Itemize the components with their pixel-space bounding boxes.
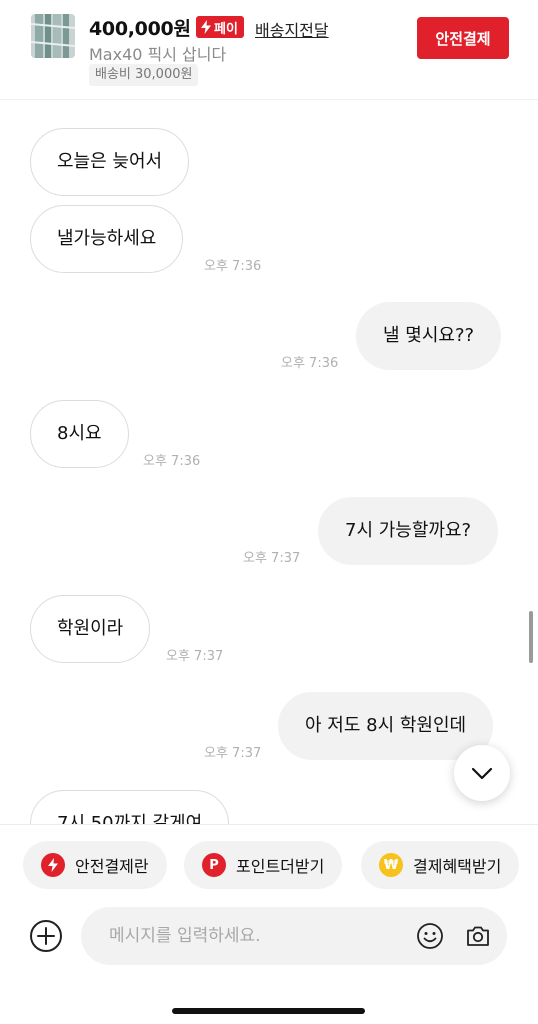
safe-pay-button[interactable]: 안전결제	[417, 17, 509, 59]
quick-action-payment-benefits[interactable]: ₩ 결제혜택받기	[361, 841, 520, 889]
smiley-icon	[417, 923, 443, 949]
plus-circle-icon	[30, 920, 62, 952]
lightning-icon	[201, 20, 211, 34]
message-received: 8시요	[30, 400, 129, 468]
pay-badge-label: 페이	[214, 21, 238, 37]
message-time: 오후 7:36	[281, 356, 339, 371]
message-received: 오늘은 늦어서	[30, 128, 190, 196]
add-attachment-button[interactable]	[29, 919, 63, 953]
message-received: 학원이라	[30, 595, 151, 663]
shipping-fee-badge: 배송비 30,000원	[89, 64, 199, 86]
product-price: 400,000원	[89, 18, 191, 40]
quick-action-label: 안전결제란	[75, 857, 149, 876]
camera-button[interactable]	[463, 921, 493, 951]
home-indicator	[172, 1008, 365, 1014]
message-sent: 7시 가능할까요?	[318, 497, 499, 565]
lightning-icon	[41, 853, 65, 877]
message-time: 오후 7:37	[243, 551, 301, 566]
pay-badge: 페이	[196, 16, 244, 38]
message-sent: 아 저도 8시 학원인데	[278, 692, 494, 760]
product-thumbnail[interactable]	[31, 14, 75, 58]
message-time: 오후 7:36	[204, 259, 262, 274]
message-time: 오후 7:37	[204, 746, 262, 761]
point-p-icon: P	[202, 853, 226, 877]
message-time: 오후 7:36	[143, 454, 201, 469]
message-sent: 낼 몇시요??	[356, 302, 502, 370]
delivery-address-link[interactable]: 배송지전달	[255, 17, 329, 41]
product-header: 400,000원 페이 배송지전달 Max40 픽시 삽니다 배송비 30,00…	[0, 0, 538, 100]
quick-action-points[interactable]: P 포인트더받기	[184, 841, 343, 889]
message-received: 7시 50까지 갈게여	[30, 790, 230, 824]
composer-area: 안전결제란 P 포인트더받기 ₩ 결제혜택받기	[0, 824, 538, 1024]
scrollbar-thumb[interactable]	[529, 611, 533, 663]
chat-thread[interactable]: 오늘은 늦어서 낼가능하세요 오후 7:36 낼 몇시요?? 오후 7:36 8…	[0, 101, 538, 824]
product-title: Max40 픽시 삽니다	[89, 45, 227, 64]
message-received: 낼가능하세요	[30, 205, 184, 273]
won-coin-icon: ₩	[379, 853, 403, 877]
message-input-container	[81, 907, 507, 965]
quick-action-safe-pay[interactable]: 안전결제란	[23, 841, 167, 889]
quick-action-label: 결제혜택받기	[413, 857, 502, 876]
scroll-to-bottom-button[interactable]	[454, 745, 510, 801]
quick-action-label: 포인트더받기	[236, 857, 325, 876]
message-input[interactable]	[109, 907, 399, 965]
emoji-button[interactable]	[415, 921, 445, 951]
message-time: 오후 7:37	[166, 649, 224, 664]
camera-icon	[467, 926, 489, 946]
chevron-down-icon	[471, 767, 493, 780]
